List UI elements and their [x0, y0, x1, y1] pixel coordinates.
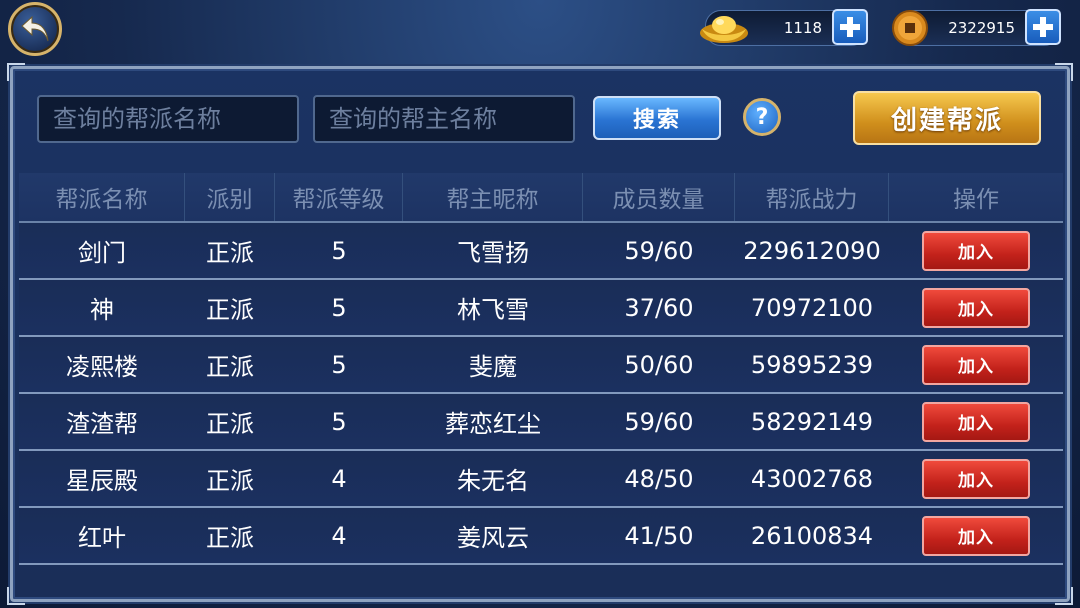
panel-corner [1055, 587, 1073, 605]
join-guild-button[interactable]: 加入 [922, 401, 1030, 442]
table-row: 剑门 正派 5 飞雪扬 59/60 229612090 加入 [19, 223, 1063, 280]
guild-name: 剑门 [78, 239, 126, 267]
guild-faction: 正派 [206, 524, 254, 552]
guild-name: 星辰殿 [66, 467, 138, 495]
table-row: 凌熙楼 正派 5 斐魔 50/60 59895239 加入 [19, 337, 1063, 394]
guild-table: 帮派名称 派别 帮派等级 帮主昵称 成员数量 帮派战力 操作 剑门 正派 5 飞… [19, 173, 1063, 565]
help-icon[interactable]: ? [743, 98, 781, 136]
guild-level: 4 [331, 464, 347, 493]
guild-members: 59/60 [624, 407, 694, 436]
column-header: 帮派名称 [19, 173, 185, 221]
guild-power: 59895239 [750, 350, 874, 379]
guild-members: 50/60 [624, 350, 694, 379]
column-header: 派别 [185, 173, 275, 221]
guild-faction: 正派 [206, 296, 254, 324]
guild-name: 渣渣帮 [66, 410, 138, 438]
guild-leader: 斐魔 [469, 353, 517, 381]
guild-name: 神 [90, 296, 114, 324]
leader-name-search-input[interactable] [313, 95, 575, 143]
plus-icon [840, 17, 860, 37]
gold-ingot-icon [700, 16, 748, 43]
guild-members: 37/60 [624, 293, 694, 322]
guild-name: 凌熙楼 [66, 353, 138, 381]
guild-power: 43002768 [750, 464, 874, 493]
create-guild-button[interactable]: 创建帮派 [853, 91, 1041, 145]
back-button[interactable] [8, 2, 62, 56]
guild-faction: 正派 [206, 239, 254, 267]
guild-name-search-input[interactable] [37, 95, 299, 143]
guild-members: 59/60 [624, 236, 694, 265]
column-header: 操作 [953, 187, 999, 213]
join-guild-button[interactable]: 加入 [922, 230, 1030, 271]
panel-corner [7, 63, 25, 81]
table-row: 星辰殿 正派 4 朱无名 48/50 43002768 加入 [19, 451, 1063, 508]
coin-currency: 2322915 [892, 9, 1061, 46]
join-guild-button[interactable]: 加入 [922, 515, 1030, 556]
column-header: 帮派战力 [735, 173, 889, 221]
table-row: 红叶 正派 4 姜风云 41/50 26100834 加入 [19, 508, 1063, 565]
guild-power: 26100834 [750, 521, 874, 550]
table-row: 神 正派 5 林飞雪 37/60 70972100 加入 [19, 280, 1063, 337]
column-header: 帮派等级 [275, 173, 403, 221]
table-row: 渣渣帮 正派 5 葬恋红尘 59/60 58292149 加入 [19, 394, 1063, 451]
guild-power: 229612090 [743, 236, 881, 265]
panel-corner [7, 587, 25, 605]
action-cell: 加入 [889, 287, 1063, 328]
search-button[interactable]: 搜索 [593, 96, 721, 140]
guild-level: 5 [331, 407, 347, 436]
add-coins-button[interactable] [1025, 9, 1061, 45]
guild-power: 70972100 [750, 293, 874, 322]
plus-icon [1033, 17, 1053, 37]
guild-level: 5 [331, 236, 347, 265]
guild-level: 5 [331, 293, 347, 322]
action-cell: 加入 [889, 230, 1063, 271]
table-header: 帮派名称 派别 帮派等级 帮主昵称 成员数量 帮派战力 操作 [19, 173, 1063, 223]
panel-corner [1055, 63, 1073, 81]
join-guild-button[interactable]: 加入 [922, 344, 1030, 385]
guild-level: 5 [331, 350, 347, 379]
guild-list-panel: 搜索 ? 创建帮派 帮派名称 派别 帮派等级 帮主昵称 成员数量 帮派战力 操作… [7, 63, 1073, 605]
back-arrow-icon [21, 15, 49, 42]
action-cell: 加入 [889, 344, 1063, 385]
column-header: 帮主昵称 [403, 173, 583, 221]
join-guild-button[interactable]: 加入 [922, 458, 1030, 499]
guild-leader: 林飞雪 [457, 296, 529, 324]
coin-amount: 2322915 [948, 19, 1015, 37]
guild-name: 红叶 [78, 524, 126, 552]
guild-members: 41/50 [624, 521, 694, 550]
action-cell: 加入 [889, 458, 1063, 499]
guild-faction: 正派 [206, 467, 254, 495]
column-header: 成员数量 [583, 173, 735, 221]
guild-leader: 葬恋红尘 [445, 410, 541, 438]
top-bar: 1118 2322915 [0, 0, 1080, 60]
guild-leader: 飞雪扬 [457, 239, 529, 267]
guild-leader: 朱无名 [457, 467, 529, 495]
guild-power: 58292149 [750, 407, 874, 436]
gold-amount: 1118 [783, 19, 822, 37]
guild-leader: 姜风云 [457, 524, 529, 552]
guild-faction: 正派 [206, 410, 254, 438]
guild-members: 48/50 [624, 464, 694, 493]
guild-level: 4 [331, 521, 347, 550]
gold-currency: 1118 [700, 9, 868, 46]
action-cell: 加入 [889, 401, 1063, 442]
join-guild-button[interactable]: 加入 [922, 287, 1030, 328]
copper-coin-icon [892, 10, 928, 46]
add-gold-button[interactable] [832, 9, 868, 45]
guild-faction: 正派 [206, 353, 254, 381]
action-cell: 加入 [889, 515, 1063, 556]
